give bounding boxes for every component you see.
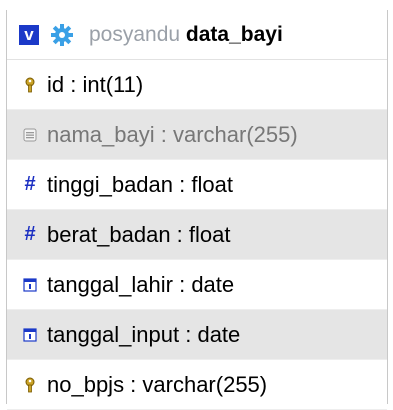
column-label: tanggal_lahir : date xyxy=(47,271,235,297)
column-label: tanggal_input : date xyxy=(47,321,241,347)
column-label: berat_badan : float xyxy=(47,221,231,247)
column-label: nama_bayi : varchar(255) xyxy=(47,121,298,147)
column-row-tanggal-lahir[interactable]: tanggal_lahir : date xyxy=(7,260,387,310)
table-header: v posyandu data_bayi xyxy=(7,10,387,60)
text-column-icon xyxy=(19,128,41,142)
gear-icon[interactable] xyxy=(49,22,75,48)
table-name: data_bayi xyxy=(185,22,283,46)
column-label: tinggi_badan : float xyxy=(47,171,233,197)
key-icon xyxy=(19,377,41,393)
database-name: posyandu xyxy=(89,22,181,46)
date-icon xyxy=(19,277,41,292)
column-row-id[interactable]: id : int(11) xyxy=(7,60,387,110)
table-panel: v posyandu data_bayi id: int(11) nama_b… xyxy=(6,10,388,410)
column-row-berat-badan[interactable]: # berat_badan : float xyxy=(7,210,387,260)
key-icon xyxy=(19,77,41,93)
column-row-tanggal-input[interactable]: tanggal_input : date xyxy=(7,310,387,360)
hash-icon: # xyxy=(24,173,36,195)
hash-icon: # xyxy=(24,223,36,245)
column-row-no-bpjs[interactable]: no_bpjs : varchar(255) xyxy=(7,360,387,410)
collapse-toggle-icon[interactable]: v xyxy=(19,24,39,45)
column-row-tinggi-badan[interactable]: # tinggi_badan : float xyxy=(7,160,387,210)
column-row-nama-bayi[interactable]: nama_bayi : varchar(255) xyxy=(7,110,387,160)
table-title: posyandu data_bayi xyxy=(89,23,283,47)
column-label: no_bpjs : varchar(255) xyxy=(47,371,268,397)
date-icon xyxy=(19,327,41,342)
column-label: id : int(11) xyxy=(47,71,144,97)
